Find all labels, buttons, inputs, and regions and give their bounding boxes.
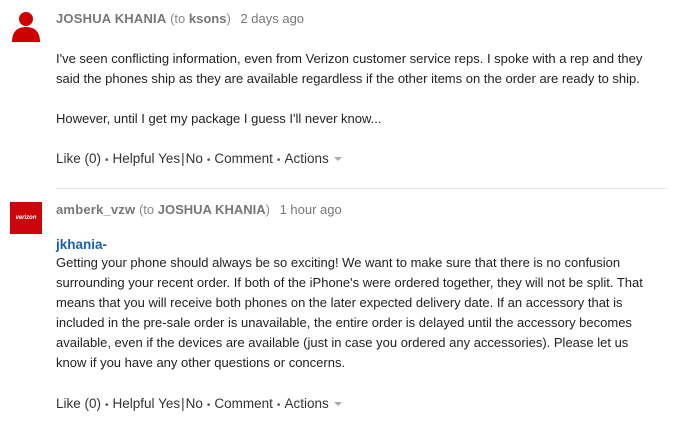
author-name[interactable]: JOSHUA KHANIA — [56, 11, 166, 26]
person-icon[interactable] — [10, 10, 42, 42]
to-prefix: (to — [138, 202, 158, 217]
helpful-yes-button[interactable]: Yes — [158, 151, 180, 166]
comment-body: I've seen conflicting information, even … — [56, 49, 656, 129]
avatar-logo-text: verizon — [15, 215, 37, 221]
separator-dot: • — [276, 155, 281, 166]
comment-divider — [56, 188, 668, 189]
author-name[interactable]: amberk_vzw — [56, 202, 135, 217]
timestamp: 1 hour ago — [279, 202, 342, 217]
comment-button[interactable]: Comment — [214, 151, 273, 166]
caret-down-icon — [333, 157, 342, 162]
to-suffix: ) — [226, 11, 231, 26]
actions-menu-button[interactable]: Actions — [284, 396, 342, 411]
comment-header: amberk_vzw (to JOSHUA KHANIA) 1 hour ago — [56, 202, 342, 217]
timestamp: 2 days ago — [240, 11, 305, 26]
comment-actions: Like (0) • Helpful Yes|No • Comment • Actions — [56, 151, 342, 166]
separator-bar: | — [181, 151, 185, 166]
helpful-label: Helpful — [112, 396, 155, 411]
actions-menu-button[interactable]: Actions — [284, 151, 342, 166]
to-suffix: ) — [265, 202, 270, 217]
separator-dot: • — [105, 400, 109, 411]
helpful-no-button[interactable]: No — [186, 396, 203, 411]
separator-dot: • — [206, 155, 211, 166]
comment-actions: Like (0) • Helpful Yes|No • Comment • Actions — [56, 396, 342, 411]
comment-body: jkhania- Getting your phone should alway… — [56, 236, 656, 373]
to-prefix: (to — [170, 11, 189, 26]
separator-bar: | — [181, 396, 185, 411]
comment-header: JOSHUA KHANIA (to ksons) 2 days ago — [56, 11, 304, 26]
comment-button[interactable]: Comment — [214, 396, 273, 411]
separator-dot: • — [206, 400, 211, 411]
like-button[interactable]: Like (0) — [56, 396, 101, 411]
like-button[interactable]: Like (0) — [56, 151, 101, 166]
separator-dot: • — [105, 155, 109, 166]
helpful-yes-button[interactable]: Yes — [158, 396, 180, 411]
helpful-label: Helpful — [112, 151, 155, 166]
caret-down-icon — [333, 402, 342, 407]
verizon-logo-icon[interactable]: verizon — [10, 202, 42, 234]
actions-label: Actions — [284, 396, 329, 411]
comment-paragraph: I've seen conflicting information, even … — [56, 51, 643, 86]
greeting-text: jkhania- — [56, 237, 108, 252]
reply-to-name[interactable]: JOSHUA KHANIA — [158, 202, 266, 217]
helpful-no-button[interactable]: No — [186, 151, 203, 166]
separator-dot: • — [276, 400, 281, 411]
reply-to-name[interactable]: ksons — [189, 11, 227, 26]
comment-paragraph: However, until I get my package I guess … — [56, 111, 382, 126]
actions-label: Actions — [284, 151, 329, 166]
comment-paragraph: Getting your phone should always be so e… — [56, 255, 643, 370]
